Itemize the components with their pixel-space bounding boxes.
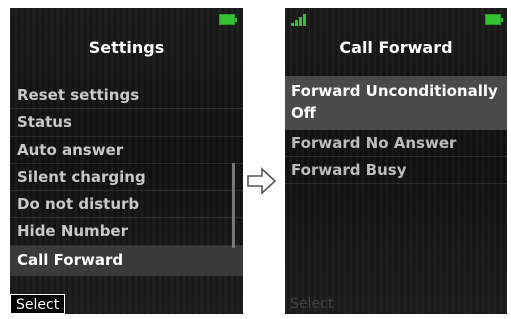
select-softkey[interactable]: Select	[10, 294, 66, 314]
menu-item-do-not-disturb[interactable]: Do not disturb	[10, 191, 243, 219]
screen-title: Call Forward	[339, 38, 453, 57]
select-softkey[interactable]: Select	[285, 294, 338, 314]
menu-item-forward-busy[interactable]: Forward Busy	[285, 157, 507, 184]
menu-item-value: Off	[291, 104, 316, 122]
call-forward-screen: Call Forward Forward Unconditionally Off…	[285, 8, 507, 314]
signal-icon	[291, 14, 306, 26]
settings-menu: Reset settings Status Auto answer Silent…	[10, 82, 243, 276]
battery-icon	[219, 14, 237, 25]
right-arrow-icon	[247, 167, 277, 195]
screenshot-stage: Settings Reset settings Status Auto answ…	[0, 0, 511, 319]
call-forward-menu: Forward Unconditionally Off Forward No A…	[285, 76, 507, 184]
menu-item-silent-charging[interactable]: Silent charging	[10, 164, 243, 192]
menu-item-forward-no-answer[interactable]: Forward No Answer	[285, 130, 507, 157]
menu-scrollbar[interactable]	[232, 163, 235, 248]
menu-item-hide-number[interactable]: Hide Number	[10, 218, 243, 246]
menu-item-status[interactable]: Status	[10, 109, 243, 137]
menu-item-reset-settings[interactable]: Reset settings	[10, 82, 243, 110]
menu-item-call-forward[interactable]: Call Forward	[10, 245, 243, 276]
menu-item-forward-unconditionally[interactable]: Forward Unconditionally Off	[285, 76, 507, 130]
menu-item-auto-answer[interactable]: Auto answer	[10, 137, 243, 164]
battery-icon	[485, 14, 503, 25]
menu-item-label: Forward Unconditionally	[291, 82, 498, 100]
settings-screen: Settings Reset settings Status Auto answ…	[10, 8, 243, 314]
screen-title: Settings	[88, 38, 165, 57]
